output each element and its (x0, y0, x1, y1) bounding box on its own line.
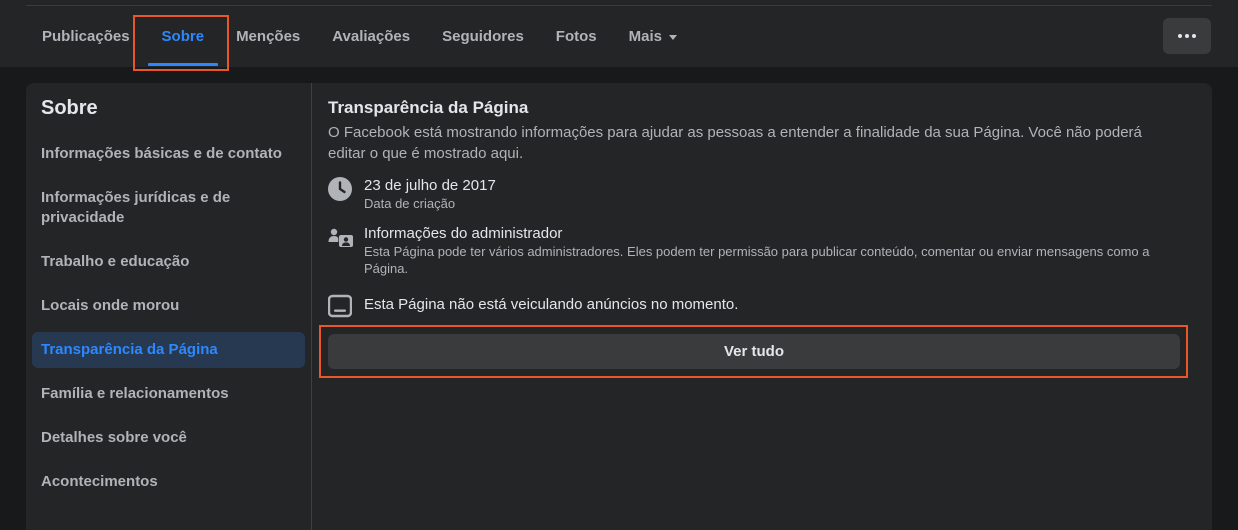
clock-icon (328, 177, 352, 201)
see-all-button[interactable]: Ver tudo (328, 334, 1180, 369)
admin-info-title: Informações do administrador (364, 225, 563, 242)
tab-avaliacoes[interactable]: Avaliações (316, 6, 426, 66)
sidebar-item-page-transparency[interactable]: Transparência da Página (32, 332, 305, 368)
sidebar-item-details[interactable]: Detalhes sobre você (32, 427, 305, 449)
sidebar-item-work-education[interactable]: Trabalho e educação (32, 251, 305, 273)
ads-status-text: Esta Página não está veiculando anúncios… (364, 296, 739, 313)
tab-seguidores[interactable]: Seguidores (426, 6, 540, 66)
ad-screen-icon (327, 294, 353, 318)
tab-label: Menções (236, 27, 301, 45)
tab-label: Avaliações (332, 27, 411, 45)
sidebar-item-label: Família e relacionamentos (41, 385, 229, 402)
tab-label: Publicações (42, 27, 130, 45)
creation-date: 23 de julho de 2017 (364, 177, 496, 194)
sidebar-item-legal-info[interactable]: Informações jurídicas e de privacidade (32, 187, 305, 229)
sidebar-item-label: Informações básicas e de contato (41, 145, 282, 162)
admin-people-icon (328, 225, 353, 249)
info-text: Esta Página não está veiculando anúncios… (364, 296, 1184, 314)
about-card: Sobre Informações básicas e de contato I… (26, 83, 1212, 530)
section-title: Transparência da Página (328, 98, 529, 117)
info-text: Informações do administrador Esta Página… (364, 225, 1184, 277)
page-tab-bar: Publicações Sobre Menções Avaliações Seg… (0, 0, 1238, 67)
info-text: 23 de julho de 2017 Data de criação (364, 177, 1184, 212)
tab-label: Mais (628, 27, 662, 45)
tab-mais[interactable]: Mais (613, 6, 693, 66)
sidebar-item-basic-info[interactable]: Informações básicas e de contato (32, 143, 305, 165)
sidebar-item-places-lived[interactable]: Locais onde morou (32, 295, 305, 317)
tab-sobre[interactable]: Sobre (146, 6, 221, 66)
ellipsis-dot (1185, 34, 1189, 38)
sidebar-item-label: Transparência da Página (41, 341, 218, 358)
ellipsis-dot (1192, 34, 1196, 38)
more-options-button[interactable] (1163, 18, 1211, 54)
about-sidebar: Sobre Informações básicas e de contato I… (26, 83, 312, 530)
caret-down-icon (668, 34, 677, 40)
sidebar-item-label: Informações jurídicas e de privacidade (41, 189, 231, 226)
sidebar-item-family[interactable]: Família e relacionamentos (32, 383, 305, 405)
tab-publicacoes[interactable]: Publicações (26, 6, 146, 66)
sidebar-item-label: Acontecimentos (41, 473, 158, 490)
sidebar-title: Sobre (41, 97, 98, 119)
tab-label: Sobre (161, 27, 205, 45)
creation-date-label: Data de criação (364, 196, 456, 211)
tab-mencoes[interactable]: Menções (220, 6, 316, 66)
tab-label: Seguidores (442, 27, 524, 45)
ellipsis-icon (1178, 34, 1182, 38)
sidebar-item-label: Trabalho e educação (41, 253, 190, 270)
tabs: Publicações Sobre Menções Avaliações Seg… (26, 6, 693, 66)
sidebar-item-label: Detalhes sobre você (41, 429, 187, 446)
sidebar-item-label: Locais onde morou (41, 297, 180, 314)
admin-info-description: Esta Página pode ter vários administrado… (364, 244, 1150, 276)
tab-label: Fotos (555, 27, 597, 45)
tab-fotos[interactable]: Fotos (540, 6, 613, 66)
sidebar-item-life-events[interactable]: Acontecimentos (32, 471, 305, 493)
section-description: O Facebook está mostrando informações pa… (328, 124, 1142, 162)
